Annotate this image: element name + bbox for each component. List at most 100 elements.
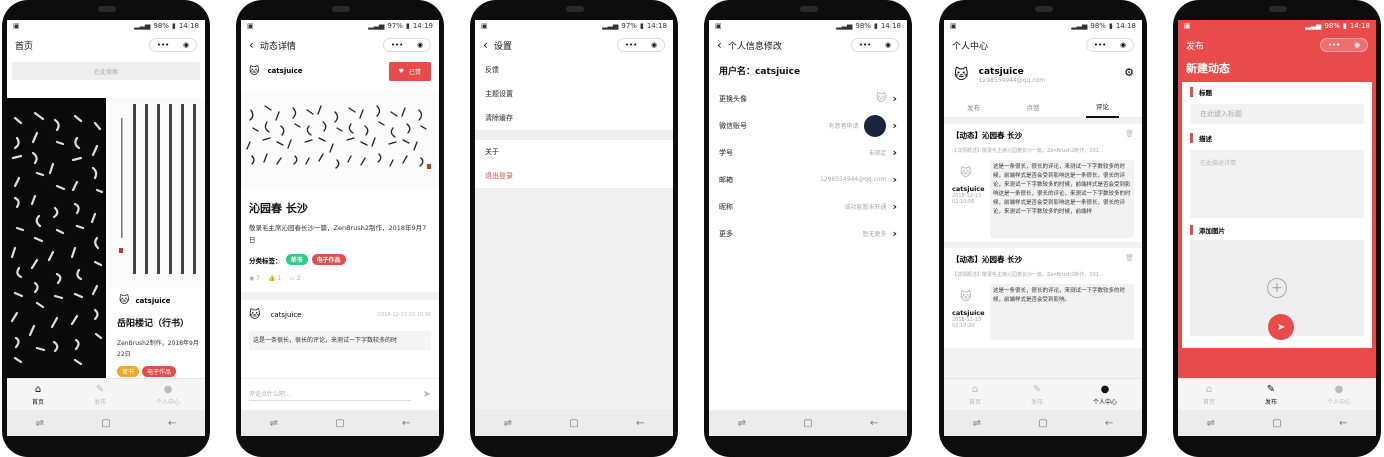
tab-bar: ⌂ 首页 ✎ 发布 ● 个人中心 xyxy=(1178,378,1376,410)
close-circle-icon[interactable]: ◉ xyxy=(1120,41,1126,49)
home-square-icon[interactable]: ▢ xyxy=(569,418,578,429)
back-chevron-icon[interactable]: ‹ xyxy=(717,38,722,52)
gear-icon[interactable]: ⚙ xyxy=(1124,66,1134,79)
camera xyxy=(1035,6,1053,12)
capsule-menu[interactable]: ••• ◉ xyxy=(383,38,431,52)
search-input[interactable]: 在此搜索 xyxy=(12,62,200,80)
tab-likes[interactable]: 点赞 xyxy=(1026,102,1039,112)
tab-publish[interactable]: ✎ 发布 xyxy=(94,384,106,406)
more-icon[interactable]: ••• xyxy=(157,41,169,49)
back-arrow-icon[interactable]: ← xyxy=(870,418,878,429)
capsule-menu[interactable]: ••• ◉ xyxy=(1086,38,1134,52)
plus-circle-icon[interactable]: + xyxy=(1267,278,1287,298)
recents-icon[interactable]: ⇌ xyxy=(270,418,278,429)
eye-icon: ◉ xyxy=(249,275,255,282)
row-student-id[interactable]: 学号 未绑定 › xyxy=(709,139,907,166)
close-circle-icon[interactable]: ◉ xyxy=(183,41,189,49)
settings-item-clear-cache[interactable]: 清除缓存 xyxy=(475,106,673,130)
capsule-menu[interactable]: ••• ◉ xyxy=(1320,38,1368,52)
tab-home[interactable]: ⌂ 首页 xyxy=(32,384,44,406)
more-icon[interactable]: ••• xyxy=(625,41,637,49)
comment-input[interactable]: 评论点什么吧... xyxy=(249,389,411,401)
tab-bar: ⌂ 首页 ✎ 发布 ● 个人中心 xyxy=(944,378,1142,410)
artwork-black[interactable] xyxy=(7,98,106,378)
back-chevron-icon[interactable]: ‹ xyxy=(249,38,254,52)
tag-digital[interactable]: 电子作品 xyxy=(311,254,346,265)
close-circle-icon[interactable]: ◉ xyxy=(1354,41,1360,49)
send-icon: ➤ xyxy=(1276,321,1286,333)
comment-card[interactable]: 【动态】沁园春 长沙 🗑 【详情概述】敬录毛主席沁园春长沙一篇，ZenBrush… xyxy=(944,248,1142,348)
tab-me[interactable]: ● 个人中心 xyxy=(156,384,180,406)
nav-bar: 发布 ••• ◉ xyxy=(1178,32,1376,58)
recents-icon[interactable]: ⇌ xyxy=(36,418,44,429)
tab-comments[interactable]: 评论 xyxy=(1085,96,1119,118)
card-time: 02:10:20 xyxy=(952,323,975,329)
back-arrow-icon[interactable]: ← xyxy=(168,418,176,429)
more-icon[interactable]: ••• xyxy=(1094,41,1106,49)
tab-me[interactable]: ● 个人中心 xyxy=(1093,384,1117,406)
back-arrow-icon[interactable]: ← xyxy=(1339,418,1347,429)
capsule-menu[interactable]: ••• ◉ xyxy=(851,38,899,52)
author-row[interactable]: 🐱 catsjuice xyxy=(119,295,171,306)
tag-cursive[interactable]: 草书 xyxy=(117,366,140,377)
recents-icon[interactable]: ⇌ xyxy=(973,418,981,429)
more-icon[interactable]: ••• xyxy=(1328,41,1340,49)
home-square-icon[interactable]: ▢ xyxy=(803,418,812,429)
comment-stat[interactable]: ▭ 2 xyxy=(289,275,300,282)
back-arrow-icon[interactable]: ← xyxy=(1105,418,1113,429)
row-more[interactable]: 更多 暂无更多 › xyxy=(709,220,907,247)
tag-digital[interactable]: 电子作品 xyxy=(142,366,177,377)
work-title[interactable]: 岳阳楼记（行书） xyxy=(117,316,189,329)
profile-tabs: 发布 点赞 评论 xyxy=(944,96,1142,118)
recents-icon[interactable]: ⇌ xyxy=(504,418,512,429)
settings-item-about[interactable]: 关于 xyxy=(475,140,673,164)
send-icon[interactable]: ➤ xyxy=(423,389,431,400)
trash-icon[interactable]: 🗑 xyxy=(1125,254,1134,262)
logout-button[interactable]: 退出登录 xyxy=(475,164,673,188)
author-bar: 🐱 catsjuice ♥ 已赞 xyxy=(241,58,439,84)
pencil-icon: ✎ xyxy=(1266,383,1276,395)
home-square-icon[interactable]: ▢ xyxy=(1038,418,1047,429)
row-email[interactable]: 邮箱 1298554944@qq.com › xyxy=(709,166,907,193)
more-icon[interactable]: ••• xyxy=(859,41,871,49)
capsule-menu[interactable]: ••• ◉ xyxy=(617,38,665,52)
like-stat[interactable]: 👍 1 xyxy=(268,275,281,282)
recents-icon[interactable]: ⇌ xyxy=(1207,418,1215,429)
row-wechat[interactable]: 微信账号 有意者申请 › xyxy=(709,112,907,139)
artwork-image[interactable] xyxy=(241,90,439,190)
close-circle-icon[interactable]: ◉ xyxy=(885,41,891,49)
tab-home[interactable]: ⌂ 首页 xyxy=(1203,384,1215,406)
more-icon[interactable]: ••• xyxy=(391,41,403,49)
artwork-white[interactable] xyxy=(109,98,205,288)
recents-icon[interactable]: ⇌ xyxy=(738,418,746,429)
trash-icon[interactable]: 🗑 xyxy=(1125,130,1134,138)
tab-me[interactable]: ● 个人中心 xyxy=(1327,384,1351,406)
back-arrow-icon[interactable]: ← xyxy=(636,418,644,429)
settings-item-theme[interactable]: 主题设置 xyxy=(475,82,673,106)
send-button[interactable]: ➤ xyxy=(1268,314,1294,340)
tab-posts[interactable]: 发布 xyxy=(967,102,980,112)
close-circle-icon[interactable]: ◉ xyxy=(651,41,657,49)
row-nickname[interactable]: 昵称 该功能暂未开通 › xyxy=(709,193,907,220)
title-input[interactable]: 在此键入标题 xyxy=(1190,104,1364,124)
liked-button[interactable]: ♥ 已赞 xyxy=(388,61,431,81)
comment-card[interactable]: 【动态】沁园春 长沙 🗑 【详情概述】敬录毛主席沁园春长沙一篇，ZenBrush… xyxy=(944,124,1142,242)
row-avatar[interactable]: 更换头像 🐱 › xyxy=(709,85,907,112)
calligraphy-image xyxy=(10,111,104,366)
home-square-icon[interactable]: ▢ xyxy=(335,418,344,429)
capsule-menu[interactable]: ••• ◉ xyxy=(149,38,197,52)
settings-item-feedback[interactable]: 反馈 xyxy=(475,58,673,82)
back-chevron-icon[interactable]: ‹ xyxy=(483,38,488,52)
close-circle-icon[interactable]: ◉ xyxy=(417,41,423,49)
chevron-right-icon: › xyxy=(892,119,897,132)
desc-input[interactable]: 在此描述详情 xyxy=(1190,150,1364,218)
tab-publish[interactable]: ✎ 发布 xyxy=(1031,384,1043,406)
home-square-icon[interactable]: ▢ xyxy=(101,418,110,429)
back-arrow-icon[interactable]: ← xyxy=(402,418,410,429)
home-square-icon[interactable]: ▢ xyxy=(1272,418,1281,429)
tab-publish[interactable]: ✎ 发布 xyxy=(1265,384,1277,406)
system-nav: ⇌ ▢ ← xyxy=(241,410,439,436)
tab-home[interactable]: ⌂ 首页 xyxy=(969,384,981,406)
camera xyxy=(332,6,350,12)
tag-cursive[interactable]: 草书 xyxy=(285,254,308,265)
